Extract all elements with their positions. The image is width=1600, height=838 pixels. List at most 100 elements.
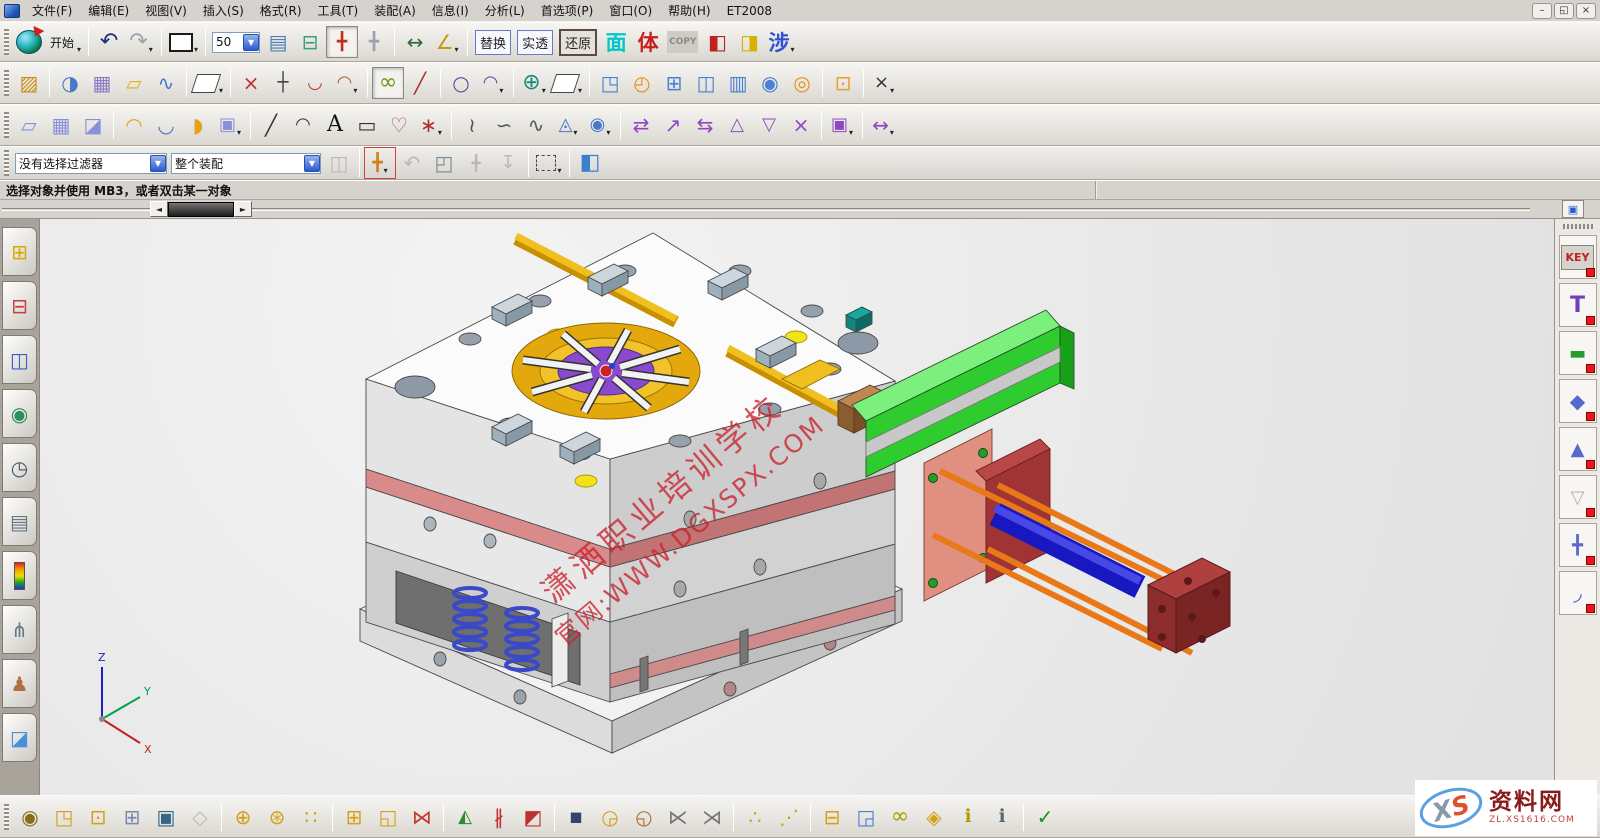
suppress-component-icon[interactable]: ◭ (448, 800, 482, 834)
relations-browser-icon[interactable]: ℹ (951, 800, 985, 834)
snapshot-icon[interactable]: ▣ (149, 800, 183, 834)
explode-assembly-icon[interactable]: ⊞ (115, 800, 149, 834)
assembly-navigator-tab[interactable]: ⊞ (2, 227, 37, 276)
menu-0[interactable]: 文件(F) (24, 0, 80, 21)
show-component-icon[interactable]: ◧ (701, 26, 733, 58)
marquee-select-icon[interactable]: ▾ (533, 147, 565, 179)
menu-6[interactable]: 装配(A) (366, 0, 424, 21)
start-menu-button[interactable]: 开始▾ (45, 26, 84, 58)
sheet-display-swatch[interactable]: ▾ (550, 67, 585, 99)
point-icon[interactable]: ∗▾ (415, 109, 447, 141)
measure-distance-icon[interactable]: ↔ (399, 26, 431, 58)
roles-tab[interactable]: ♟ (2, 659, 37, 708)
component-outline-icon[interactable]: ⊡ (81, 800, 115, 834)
arc-curve-icon[interactable]: ◠ (287, 109, 319, 141)
boss-icon[interactable]: ◎ (786, 67, 818, 99)
project-curve-icon[interactable]: ◬▾ (552, 109, 584, 141)
interpart-select-icon[interactable]: ◫ (323, 147, 355, 179)
pin-icon[interactable]: ↧ (492, 147, 524, 179)
structure-report-icon[interactable]: ℹ (985, 800, 1019, 834)
undo-icon[interactable]: ↶ (93, 26, 125, 58)
menu-10[interactable]: 窗口(O) (601, 0, 660, 21)
isolate-component-icon[interactable]: ∦ (482, 800, 516, 834)
dropdown-caret-icon[interactable]: ▾ (149, 45, 153, 57)
offset-curve-icon[interactable]: ≀ (456, 109, 488, 141)
line-curve-icon[interactable]: ╱ (255, 109, 287, 141)
arc-icon[interactable]: ◠▾ (477, 67, 509, 99)
block-icon[interactable]: ⊞ (658, 67, 690, 99)
swept-surface-icon[interactable]: ◠ (118, 109, 150, 141)
selection-filter-combo[interactable]: 没有选择过滤器▼ (15, 153, 167, 174)
reuse-plate-item[interactable]: ▲ (1559, 427, 1597, 471)
selection-scope-combo-arrow-icon[interactable]: ▼ (304, 155, 320, 172)
swap-component-icon[interactable]: ◩ (516, 800, 550, 834)
reposition-component-icon[interactable]: ◵ (627, 800, 661, 834)
internet-browser-tab[interactable]: ◉ (2, 389, 37, 438)
wave-link-icon[interactable]: ∞ (883, 800, 917, 834)
work-layer-combo-arrow-icon[interactable]: ▼ (243, 34, 259, 51)
text-curve-icon[interactable]: A (319, 109, 351, 141)
replace-face-icon[interactable]: ⇆ (689, 109, 721, 141)
dropdown-caret-icon[interactable]: ▾ (384, 166, 388, 178)
open-component-icon[interactable]: ◳ (47, 800, 81, 834)
slot-icon[interactable]: ▥ (722, 67, 754, 99)
arrangements-icon[interactable]: ⊟ (815, 800, 849, 834)
interference-check-button[interactable]: 涉▾ (765, 26, 797, 58)
body-select-button[interactable]: 体 (632, 26, 664, 58)
extrude-icon[interactable]: ◳ (594, 67, 626, 99)
revolve-icon[interactable]: ◴ (626, 67, 658, 99)
save-context-icon[interactable]: ◼ (559, 800, 593, 834)
menu-9[interactable]: 首选项(P) (533, 0, 602, 21)
intersect-curve-icon[interactable]: ◉▾ (584, 109, 616, 141)
shaded-cube-icon[interactable]: ◧ (574, 147, 606, 179)
datum-plane-icon[interactable]: ▱ (118, 67, 150, 99)
section-surface-icon[interactable]: ◡ (150, 109, 182, 141)
shell-icon[interactable]: ◫ (690, 67, 722, 99)
scroll-left-button[interactable]: ◄ (150, 201, 168, 217)
menu-2[interactable]: 视图(V) (137, 0, 195, 21)
pattern-component-icon[interactable]: ∷ (294, 800, 328, 834)
restore-display-button[interactable]: 还原 (556, 26, 600, 58)
divide-curve-icon[interactable]: ┼ (267, 67, 299, 99)
simplify-curve-icon[interactable]: ∿ (520, 109, 552, 141)
dropdown-caret-icon[interactable]: ▾ (557, 166, 561, 178)
plane-display-swatch[interactable]: ▾ (191, 67, 226, 99)
rectangle-curve-icon[interactable]: ▭ (351, 109, 383, 141)
menu-11[interactable]: 帮助(H) (660, 0, 718, 21)
measure-angle-icon[interactable]: ∠▾ (431, 26, 463, 58)
find-component-icon[interactable]: ◉ (13, 800, 47, 834)
copy-face-icon[interactable]: ▣▾ (826, 109, 858, 141)
bridge-curve-icon[interactable]: ∽ (488, 109, 520, 141)
show-constraints-icon[interactable]: ⋊ (695, 800, 729, 834)
dropdown-caret-icon[interactable]: ▾ (573, 128, 577, 140)
wcs-dynamics-icon[interactable]: ╋ (326, 26, 358, 58)
mold-3d-model[interactable] (360, 233, 902, 753)
profile-curve-icon[interactable]: ♡ (383, 109, 415, 141)
menu-3[interactable]: 插入(S) (195, 0, 252, 21)
dropdown-caret-icon[interactable]: ▾ (578, 86, 582, 98)
mirror-assembly-icon[interactable]: ⋈ (405, 800, 439, 834)
ruled-surface-icon[interactable]: ▱ (13, 109, 45, 141)
move-face-icon[interactable]: ⇄ (625, 109, 657, 141)
move-row-icon[interactable]: ◱ (371, 800, 405, 834)
delete-face-icon[interactable]: × (785, 109, 817, 141)
wcs-orient-icon[interactable]: ╋ (358, 26, 390, 58)
menu-7[interactable]: 信息(I) (424, 0, 477, 21)
layer-visibility-icon[interactable]: ⊟ (294, 26, 326, 58)
offset-surface-icon[interactable]: ▣▾ (214, 109, 246, 141)
reuse-block-item[interactable]: ◆ (1559, 379, 1597, 423)
add-component-icon[interactable]: ⊕ (226, 800, 260, 834)
dropdown-caret-icon[interactable]: ▾ (438, 128, 442, 140)
dropdown-caret-icon[interactable]: ▾ (790, 45, 794, 57)
wave-mode-icon[interactable]: ◈ (917, 800, 951, 834)
fillet-curve-icon[interactable]: ◡ (299, 67, 331, 99)
boundary-display-swatch[interactable]: ▾ (166, 26, 201, 58)
copy-display-button[interactable]: COPY (664, 26, 701, 58)
reuse-tpart-item[interactable]: T (1559, 283, 1597, 327)
selection-scope-combo[interactable]: 整个装配▼ (171, 153, 321, 174)
mesh-surface-icon[interactable]: ▦ (45, 109, 77, 141)
reuse-key-item[interactable]: KEY (1559, 235, 1597, 279)
fit-view-button[interactable]: ▣ (1562, 200, 1584, 218)
selection-filter-combo-arrow-icon[interactable]: ▼ (150, 155, 166, 172)
resize-blend-icon[interactable]: ▽ (753, 109, 785, 141)
